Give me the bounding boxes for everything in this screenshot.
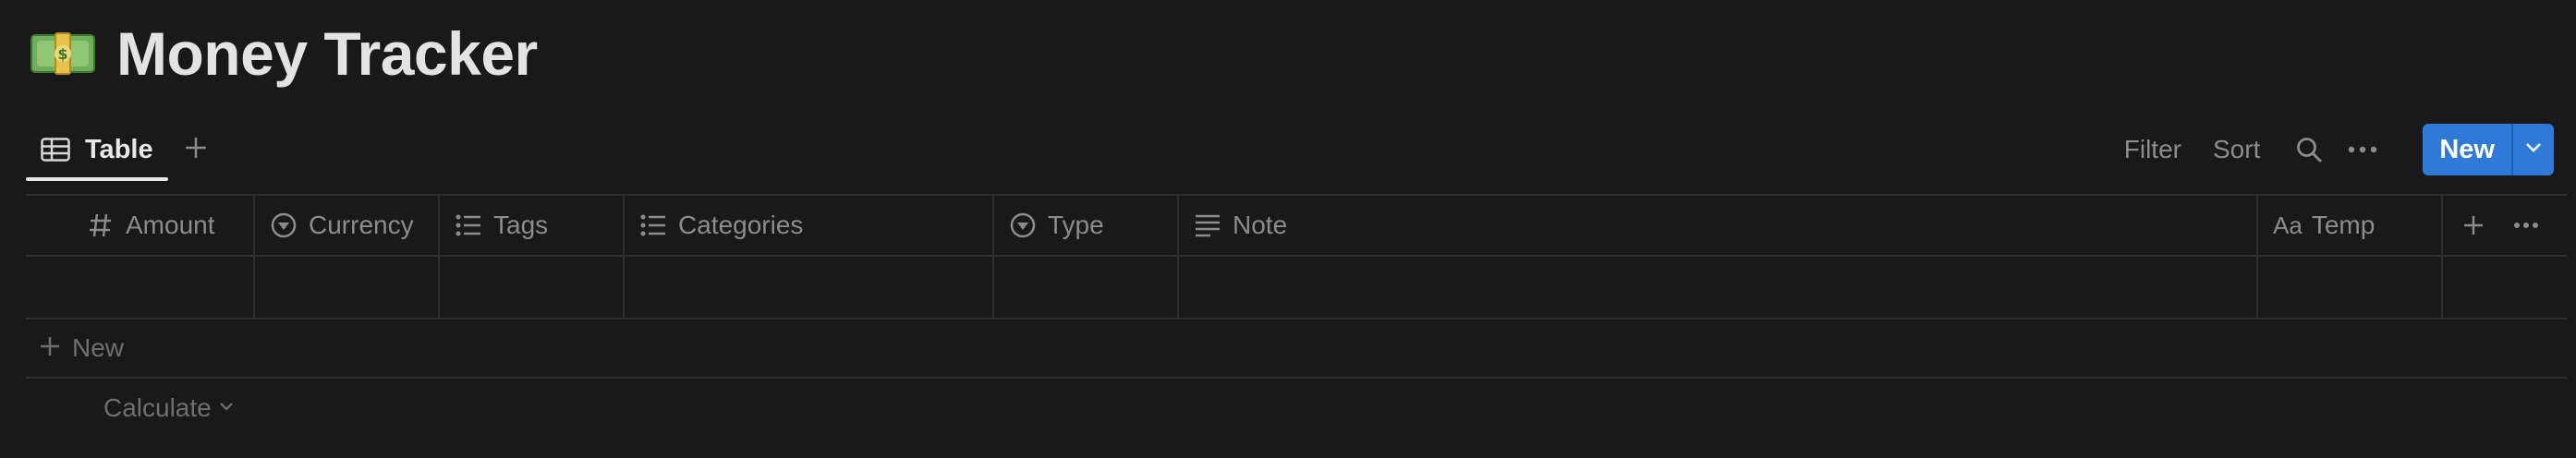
table-cell[interactable]: [625, 257, 994, 318]
column-header-actions: [2443, 196, 2567, 255]
column-label: Tags: [493, 211, 549, 239]
page-title[interactable]: Money Tracker: [116, 18, 538, 89]
calculate-button[interactable]: Calculate: [26, 379, 2567, 438]
svg-text:$: $: [57, 45, 67, 63]
new-options-button[interactable]: [2513, 124, 2554, 175]
view-bar: Table Filter Sort New: [26, 118, 2554, 181]
toolbar: Filter Sort New: [2124, 118, 2554, 181]
table-cell[interactable]: [2258, 257, 2443, 318]
column-label: Amount: [126, 211, 215, 239]
page-header: $ Money Tracker: [30, 17, 538, 90]
table-cell[interactable]: [1179, 257, 2258, 318]
column-label: Type: [1048, 211, 1104, 239]
text-icon: [1194, 211, 1221, 239]
select-icon: [270, 211, 298, 239]
column-header-amount[interactable]: Amount: [26, 196, 255, 255]
column-label: Categories: [678, 211, 804, 239]
plus-icon: [184, 136, 208, 164]
column-header-categories[interactable]: Categories: [625, 196, 994, 255]
title-icon: Aa: [2273, 211, 2303, 239]
column-header-currency[interactable]: Currency: [255, 196, 440, 255]
plus-icon: [39, 335, 61, 362]
search-icon[interactable]: [2293, 134, 2325, 165]
table-header: Amount Currency Tags Categories Type Not…: [26, 196, 2567, 257]
money-bill-icon[interactable]: $: [30, 28, 96, 79]
filter-button[interactable]: Filter: [2124, 135, 2181, 164]
new-button-group: New: [2423, 124, 2554, 175]
table-row: [26, 257, 2567, 319]
column-header-type[interactable]: Type: [994, 196, 1179, 255]
add-column-button[interactable]: [2460, 211, 2487, 239]
number-icon: [87, 211, 115, 239]
tab-label: Table: [85, 134, 153, 164]
new-button[interactable]: New: [2423, 124, 2511, 175]
table-cell[interactable]: [994, 257, 1179, 318]
add-row-label: New: [72, 333, 125, 362]
table-cell[interactable]: [440, 257, 625, 318]
more-icon[interactable]: [2512, 211, 2540, 239]
tab-table[interactable]: Table: [26, 118, 168, 181]
column-header-temp[interactable]: Aa Temp: [2258, 196, 2443, 255]
column-label: Currency: [309, 211, 414, 239]
multi-select-icon: [639, 211, 667, 239]
select-icon: [1009, 211, 1037, 239]
table-cell[interactable]: [26, 257, 255, 318]
column-header-note[interactable]: Note: [1179, 196, 2258, 255]
add-row-button[interactable]: New: [26, 319, 2567, 379]
column-label: Note: [1233, 211, 1288, 239]
column-header-tags[interactable]: Tags: [440, 196, 625, 255]
table-cell[interactable]: [255, 257, 440, 318]
table-cell-empty: [2443, 257, 2567, 318]
calculate-label: Calculate: [103, 393, 212, 422]
page: $ Money Tracker Table Filter Sort New Am…: [0, 0, 2576, 458]
sort-button[interactable]: Sort: [2213, 135, 2260, 164]
chevron-down-icon: [219, 400, 234, 416]
add-view-button[interactable]: [177, 131, 214, 168]
column-label: Temp: [2311, 211, 2376, 239]
table-icon: [41, 138, 70, 162]
more-icon[interactable]: [2347, 134, 2378, 165]
database-table: Amount Currency Tags Categories Type Not…: [26, 194, 2567, 438]
chevron-down-icon: [2525, 141, 2542, 158]
multi-select-icon: [455, 211, 482, 239]
